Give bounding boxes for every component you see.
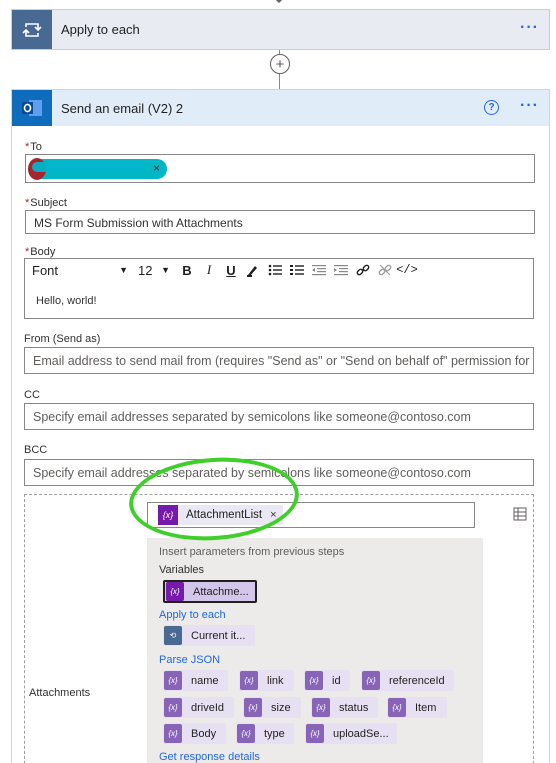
to-label: *To	[25, 141, 42, 153]
variable-icon: {x}	[166, 582, 184, 601]
code-view-button[interactable]: </>	[396, 260, 418, 280]
body-label: *Body	[25, 246, 56, 258]
variable-icon: {x}	[158, 505, 178, 525]
chevron-down-icon: ▼	[161, 265, 170, 275]
chip-reference-id[interactable]: {x} referenceId	[361, 670, 454, 691]
numbered-list-icon[interactable]	[286, 260, 308, 280]
from-label: From (Send as)	[24, 333, 101, 345]
chevron-down-icon	[275, 0, 283, 4]
from-placeholder: Email address to send mail from (require…	[33, 354, 530, 368]
card-title: Send an email (V2) 2	[61, 100, 184, 116]
json-icon: {x}	[388, 698, 406, 717]
subject-label: *Subject	[25, 197, 67, 209]
decrease-indent-icon[interactable]	[308, 260, 330, 280]
from-field[interactable]: Email address to send mail from (require…	[24, 347, 534, 374]
chip-size[interactable]: {x} size	[243, 697, 301, 718]
json-icon: {x}	[164, 724, 182, 743]
json-icon: {x}	[305, 671, 323, 690]
json-icon: {x}	[240, 671, 258, 690]
loop-icon	[12, 10, 52, 49]
bold-button[interactable]: B	[176, 260, 198, 280]
italic-button[interactable]: I	[198, 260, 220, 280]
bcc-placeholder: Specify email addresses separated by sem…	[33, 466, 471, 480]
cc-label: CC	[24, 389, 40, 401]
bullet-list-icon[interactable]	[264, 260, 286, 280]
body-editor[interactable]: Hello, world!	[24, 281, 534, 319]
group-title-parse-json: Parse JSON	[159, 654, 221, 666]
panel-note: Insert parameters from previous steps	[159, 546, 345, 558]
underline-button[interactable]: U	[220, 260, 242, 280]
subject-field[interactable]: MS Form Submission with Attachments	[25, 210, 535, 234]
font-size-select[interactable]: 12 ▼	[138, 263, 170, 278]
json-icon: {x}	[244, 698, 262, 717]
chip-status[interactable]: {x} status	[311, 697, 378, 718]
unlink-icon[interactable]	[374, 260, 396, 280]
more-options-button[interactable]: ···	[520, 19, 539, 37]
chip-upload-session[interactable]: {x} uploadSe...	[305, 723, 397, 744]
card-title: Apply to each	[61, 22, 140, 37]
body-value: Hello, world!	[36, 295, 97, 307]
card-header[interactable]: Send an email (V2) 2 ? ···	[12, 90, 549, 126]
chip-type[interactable]: {x} type	[236, 723, 294, 744]
json-icon: {x}	[306, 724, 324, 743]
chip-drive-id[interactable]: {x} driveId	[163, 697, 234, 718]
attachment-list-token[interactable]: {x} AttachmentList ×	[158, 505, 283, 525]
cc-field[interactable]: Specify email addresses separated by sem…	[24, 403, 534, 430]
connector-line	[279, 74, 280, 89]
remove-token-button[interactable]: ×	[270, 509, 276, 521]
json-icon: {x}	[164, 671, 182, 690]
add-step-button[interactable]: +	[270, 54, 290, 74]
redaction-scribble	[32, 162, 144, 172]
chip-current-item[interactable]: ⟲ Current it...	[163, 625, 255, 646]
subject-value: MS Form Submission with Attachments	[34, 216, 243, 230]
group-title-variables: Variables	[159, 564, 205, 576]
json-icon: {x}	[164, 698, 182, 717]
rich-text-toolbar: Font ▼ 12 ▼ B I U </>	[24, 258, 534, 282]
font-family-select[interactable]: Font ▼	[32, 263, 128, 278]
increase-indent-icon[interactable]	[330, 260, 352, 280]
bcc-field[interactable]: Specify email addresses separated by sem…	[24, 459, 534, 486]
more-options-button[interactable]: ···	[520, 97, 539, 115]
token-label: AttachmentList	[186, 509, 263, 521]
switch-to-array-icon[interactable]	[513, 507, 527, 521]
chip-body[interactable]: {x} Body	[163, 723, 226, 744]
help-icon[interactable]: ?	[484, 100, 499, 115]
chevron-down-icon: ▼	[119, 265, 128, 275]
group-title-apply-to-each: Apply to each	[159, 609, 226, 621]
chip-id[interactable]: {x} id	[304, 670, 350, 691]
dynamic-content-panel: Insert parameters from previous steps Va…	[147, 538, 483, 763]
cc-placeholder: Specify email addresses separated by sem…	[33, 410, 471, 424]
json-icon: {x}	[237, 724, 255, 743]
bcc-label: BCC	[24, 444, 48, 456]
remove-recipient-button[interactable]: ×	[153, 161, 160, 175]
chip-link[interactable]: {x} link	[239, 670, 294, 691]
json-icon: {x}	[312, 698, 330, 717]
chip-item[interactable]: {x} Item	[387, 697, 447, 718]
attachments-input[interactable]: {x} AttachmentList ×	[147, 502, 475, 528]
loop-icon: ⟲	[164, 626, 182, 645]
json-icon: {x}	[362, 671, 380, 690]
attachments-label: Attachments	[29, 687, 91, 699]
group-title-get-response-details: Get response details	[159, 751, 260, 763]
outlook-icon	[12, 90, 52, 126]
link-icon[interactable]	[352, 260, 374, 280]
chip-attachment-list[interactable]: {x} Attachme...	[163, 580, 257, 603]
apply-to-each-card[interactable]: Apply to each ···	[11, 9, 550, 50]
chip-name[interactable]: {x} name	[163, 670, 228, 691]
highlight-icon[interactable]	[242, 260, 264, 280]
